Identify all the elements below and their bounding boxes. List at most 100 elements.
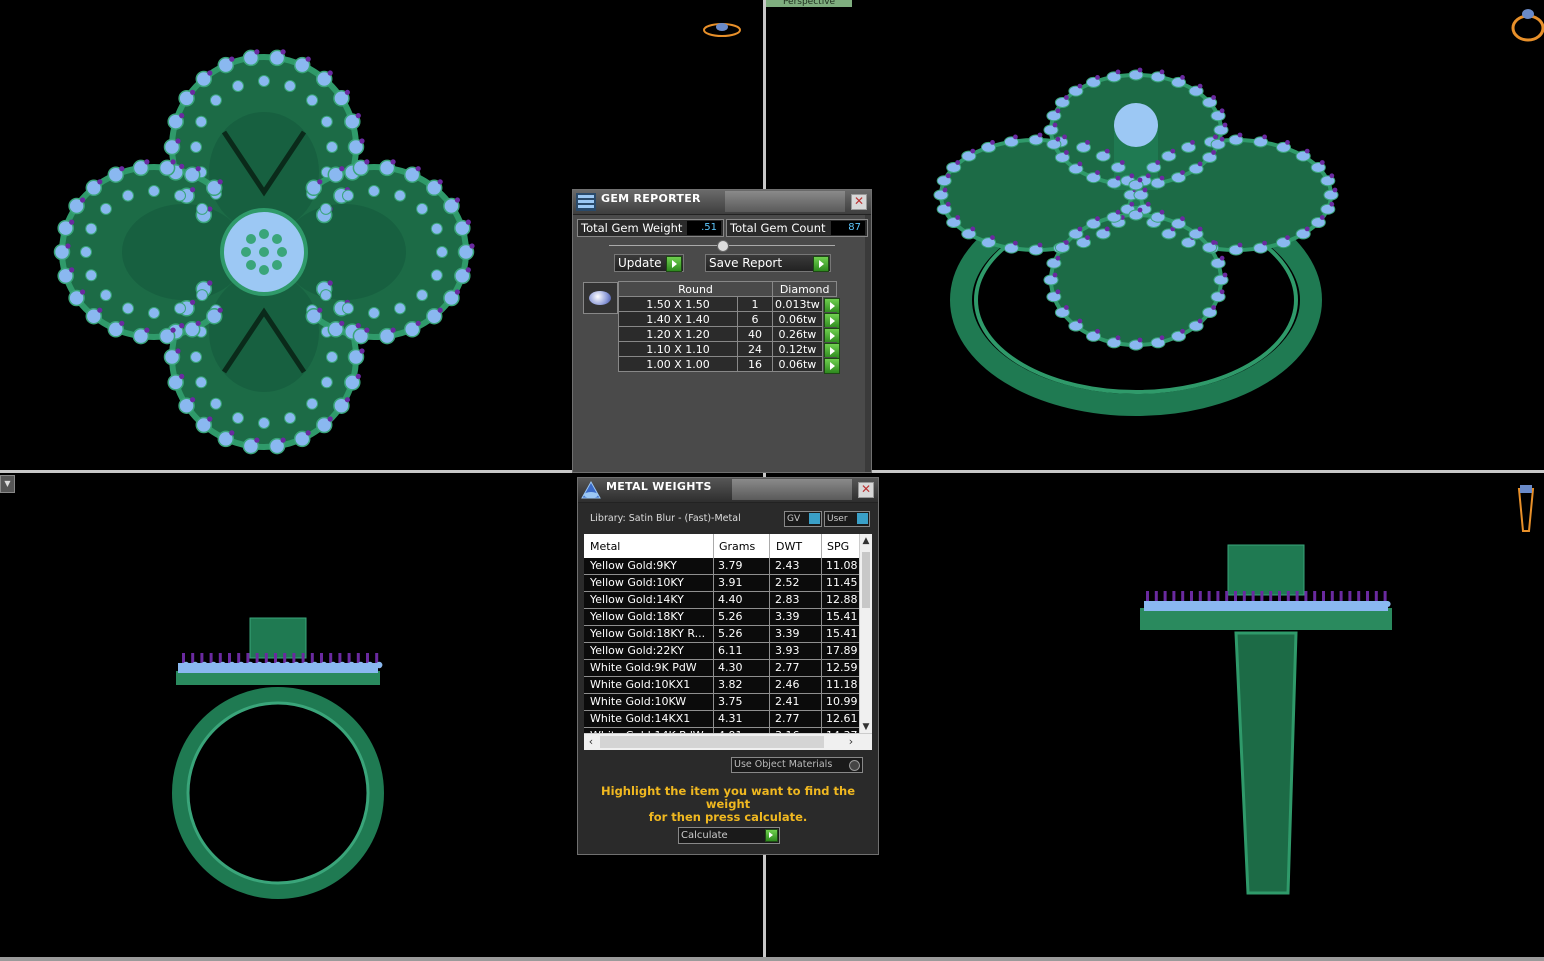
user-label: User xyxy=(827,514,848,524)
gem-reporter-panel: GEM REPORTER ✕ Total Gem Weight .51 Tota… xyxy=(572,189,872,473)
metal-grams: 6.11 xyxy=(718,644,743,657)
update-button[interactable]: Update xyxy=(614,254,684,272)
gem-weight: 0.06tw xyxy=(772,356,823,372)
total-gem-weight-field: Total Gem Weight .51 xyxy=(577,219,724,237)
table-row[interactable]: Yellow Gold:14KY 4.40 2.83 12.88 xyxy=(584,592,860,609)
right-viewport[interactable] xyxy=(766,473,1544,957)
col-dwt[interactable]: DWT xyxy=(776,540,802,553)
play-icon[interactable] xyxy=(823,357,840,374)
gem-row-select[interactable] xyxy=(822,326,840,344)
gem-row-select[interactable] xyxy=(822,356,840,374)
perspective-tab[interactable]: Perspective xyxy=(766,0,852,7)
library-label: Library: Satin Blur - (Fast)-Metal xyxy=(590,513,741,524)
instruction-line-1: Highlight the item you want to find the … xyxy=(601,784,855,811)
horizontal-scrollbar[interactable]: ‹ › xyxy=(584,733,872,750)
scroll-right-icon[interactable]: › xyxy=(844,734,858,750)
gem-weight: 0.26tw xyxy=(772,326,823,342)
gem-row[interactable]: 1.10 X 1.10 24 0.12tw xyxy=(618,341,840,359)
perspective-viewport[interactable] xyxy=(766,0,1544,470)
gem-count: 24 xyxy=(737,341,773,357)
gv-toggle[interactable]: GV xyxy=(784,511,822,527)
col-spg[interactable]: SPG xyxy=(827,540,849,553)
col-grams[interactable]: Grams xyxy=(719,540,755,553)
ring-side-view xyxy=(1140,544,1392,895)
save-report-button[interactable]: Save Report xyxy=(705,254,831,272)
gem-size: 1.00 X 1.00 xyxy=(618,356,738,372)
gem-row[interactable]: 1.00 X 1.00 16 0.06tw xyxy=(618,356,840,374)
scroll-left-icon[interactable]: ‹ xyxy=(584,734,598,750)
gem-row-select[interactable] xyxy=(822,296,840,314)
ring-nav-icon[interactable] xyxy=(1508,4,1544,44)
table-row[interactable]: Yellow Gold:10KY 3.91 2.52 11.45 xyxy=(584,575,860,592)
instruction-text: Highlight the item you want to find the … xyxy=(588,785,868,824)
gem-row[interactable]: 1.50 X 1.50 1 0.013tw xyxy=(618,296,840,314)
table-row[interactable]: Yellow Gold:22KY 6.11 3.93 17.89 xyxy=(584,643,860,660)
shape-header: Round xyxy=(618,281,773,297)
scroll-down-icon[interactable]: ▼ xyxy=(860,720,872,734)
material-header: Diamond xyxy=(771,281,838,297)
col-metal[interactable]: Metal xyxy=(590,540,620,553)
scroll-up-icon[interactable]: ▲ xyxy=(860,534,872,548)
use-object-materials-option[interactable]: Use Object Materials xyxy=(731,757,863,773)
close-icon[interactable]: ✕ xyxy=(851,194,867,210)
metal-dwt: 2.41 xyxy=(775,695,800,708)
metal-name: White Gold:9K PdW xyxy=(590,661,697,674)
metal-grams: 4.31 xyxy=(718,712,743,725)
table-row[interactable]: White Gold:10KW 3.75 2.41 10.99 xyxy=(584,694,860,711)
metal-dwt: 2.52 xyxy=(775,576,800,589)
gem-reporter-title: GEM REPORTER xyxy=(601,192,701,205)
metal-grams: 5.26 xyxy=(718,627,743,640)
table-row[interactable]: Yellow Gold:9KY 3.79 2.43 11.08 xyxy=(584,558,860,575)
divider-handle[interactable] xyxy=(717,240,729,252)
table-row[interactable]: White Gold:14KX1 4.31 2.77 12.61 xyxy=(584,711,860,728)
metal-spg: 11.08 xyxy=(826,559,858,572)
play-icon xyxy=(813,256,829,272)
calculate-button[interactable]: Calculate xyxy=(678,827,780,844)
table-row[interactable]: Yellow Gold:18KY 5.26 3.39 15.41 xyxy=(584,609,860,626)
total-gem-weight-label: Total Gem Weight xyxy=(581,221,683,235)
round-diamond-icon[interactable] xyxy=(583,282,618,314)
user-toggle[interactable]: User xyxy=(824,511,870,527)
metal-spg: 12.88 xyxy=(826,593,858,606)
hscroll-thumb[interactable] xyxy=(600,736,824,748)
gem-reporter-titlebar[interactable]: GEM REPORTER ✕ xyxy=(573,190,871,215)
gem-size: 1.10 X 1.10 xyxy=(618,341,738,357)
radio-icon[interactable] xyxy=(849,760,860,771)
metal-dwt: 2.46 xyxy=(775,678,800,691)
metal-grams: 5.26 xyxy=(718,610,743,623)
gem-count: 40 xyxy=(737,326,773,342)
table-row[interactable]: White Gold:10KX1 3.82 2.46 11.18 xyxy=(584,677,860,694)
metal-weights-icon xyxy=(581,480,601,499)
table-row[interactable]: White Gold:9K PdW 4.30 2.77 12.59 xyxy=(584,660,860,677)
metal-name: Yellow Gold:22KY xyxy=(590,644,684,657)
gem-row[interactable]: 1.40 X 1.40 6 0.06tw xyxy=(618,311,840,329)
metal-name: Yellow Gold:10KY xyxy=(590,576,684,589)
scroll-thumb[interactable] xyxy=(862,552,870,608)
gem-reporter-scrollbar[interactable] xyxy=(865,214,871,472)
gem-row[interactable]: 1.20 X 1.20 40 0.26tw xyxy=(618,326,840,344)
metal-grams: 3.79 xyxy=(718,559,743,572)
close-icon[interactable]: ✕ xyxy=(858,482,874,498)
metal-grams: 3.82 xyxy=(718,678,743,691)
side-nav-icon[interactable] xyxy=(1514,483,1538,537)
info-icon xyxy=(809,513,820,524)
metal-grams: 3.91 xyxy=(718,576,743,589)
table-row[interactable]: Yellow Gold:18KY R... 5.26 3.39 15.41 xyxy=(584,626,860,643)
gem-row-select[interactable] xyxy=(822,341,840,359)
metal-name: Yellow Gold:9KY xyxy=(590,559,677,572)
vertical-scrollbar[interactable]: ▲ ▼ xyxy=(859,534,872,734)
viewport-menu-arrow[interactable]: ▼ xyxy=(0,475,15,493)
gem-count: 16 xyxy=(737,356,773,372)
metal-spg: 10.99 xyxy=(826,695,858,708)
use-object-materials-label: Use Object Materials xyxy=(734,759,833,770)
metal-dwt: 2.77 xyxy=(775,712,800,725)
metal-name: Yellow Gold:18KY R... xyxy=(590,627,706,640)
view-cube-icon[interactable] xyxy=(701,18,743,42)
metal-spg: 17.89 xyxy=(826,644,858,657)
metal-weights-titlebar[interactable]: METAL WEIGHTS ✕ xyxy=(578,478,878,503)
instruction-line-2: for then press calculate. xyxy=(648,810,808,824)
gem-count: 6 xyxy=(737,311,773,327)
gem-count: 1 xyxy=(737,296,773,312)
gem-weight: 0.12tw xyxy=(772,341,823,357)
gem-row-select[interactable] xyxy=(822,311,840,329)
